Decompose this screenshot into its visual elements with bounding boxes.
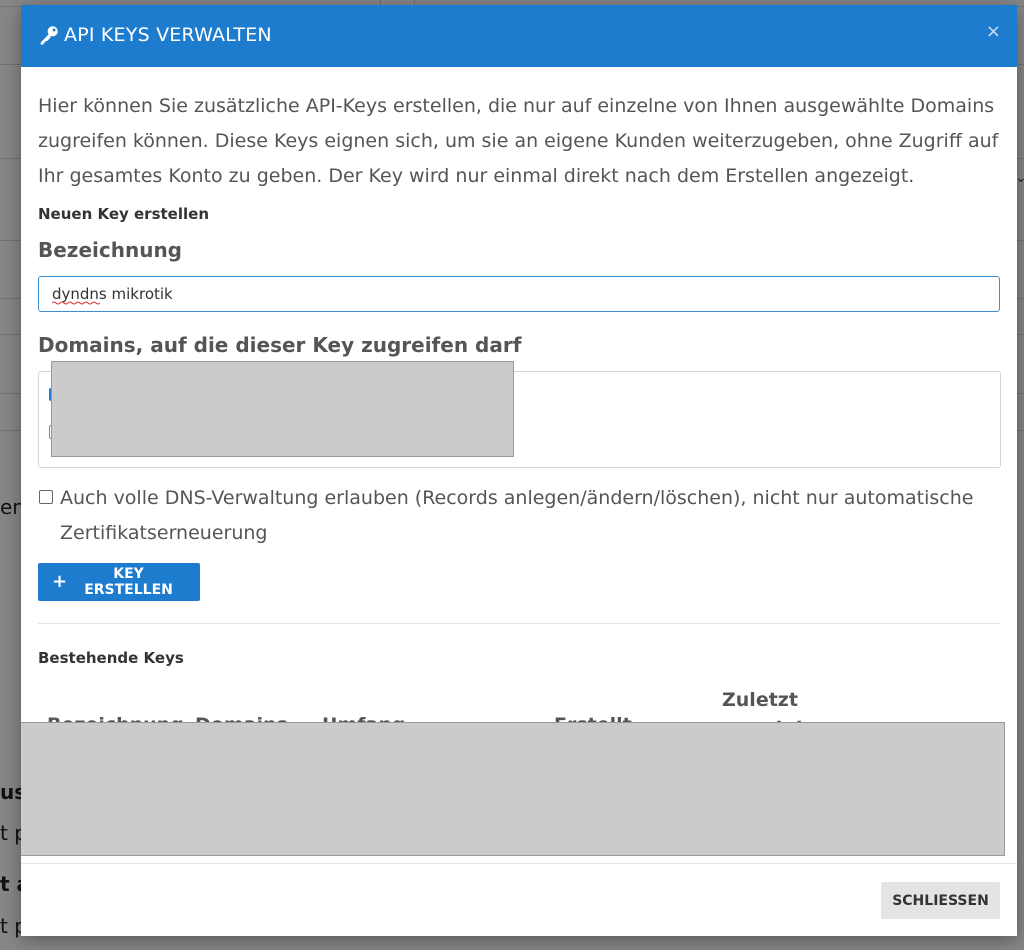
existing-keys-heading: Bestehende Keys: [38, 649, 184, 667]
create-key-label: KEY ERSTELLEN: [84, 566, 173, 598]
redacted-domains: [51, 361, 514, 457]
close-icon[interactable]: ×: [986, 21, 1001, 42]
domains-label: Domains, auf die dieser Key zugreifen da…: [38, 333, 522, 357]
spellcheck-underline: [52, 301, 100, 305]
full-dns-label[interactable]: Auch volle DNS-Verwaltung erlauben (Reco…: [60, 481, 990, 551]
section-divider: [38, 623, 1001, 624]
name-label: Bezeichnung: [38, 238, 182, 262]
modal-header: API KEYS VERWALTEN ×: [21, 5, 1017, 67]
close-button[interactable]: SCHLIESSEN: [881, 882, 1000, 919]
plus-icon: +: [52, 571, 68, 592]
footer-divider: [21, 863, 1017, 864]
new-key-heading: Neuen Key erstellen: [38, 205, 209, 223]
redacted-keys-table: [21, 722, 1005, 856]
key-name-input[interactable]: [38, 276, 1000, 312]
full-dns-checkbox[interactable]: [39, 490, 53, 504]
intro-text: Hier können Sie zusätzliche API-Keys ers…: [38, 95, 999, 187]
create-key-button[interactable]: + KEY ERSTELLEN: [38, 563, 200, 601]
modal-title: API KEYS VERWALTEN: [38, 24, 272, 46]
key-icon: [40, 26, 58, 45]
modal-title-text: API KEYS VERWALTEN: [64, 24, 272, 46]
api-keys-modal: API KEYS VERWALTEN × Hier können Sie zus…: [21, 5, 1017, 936]
